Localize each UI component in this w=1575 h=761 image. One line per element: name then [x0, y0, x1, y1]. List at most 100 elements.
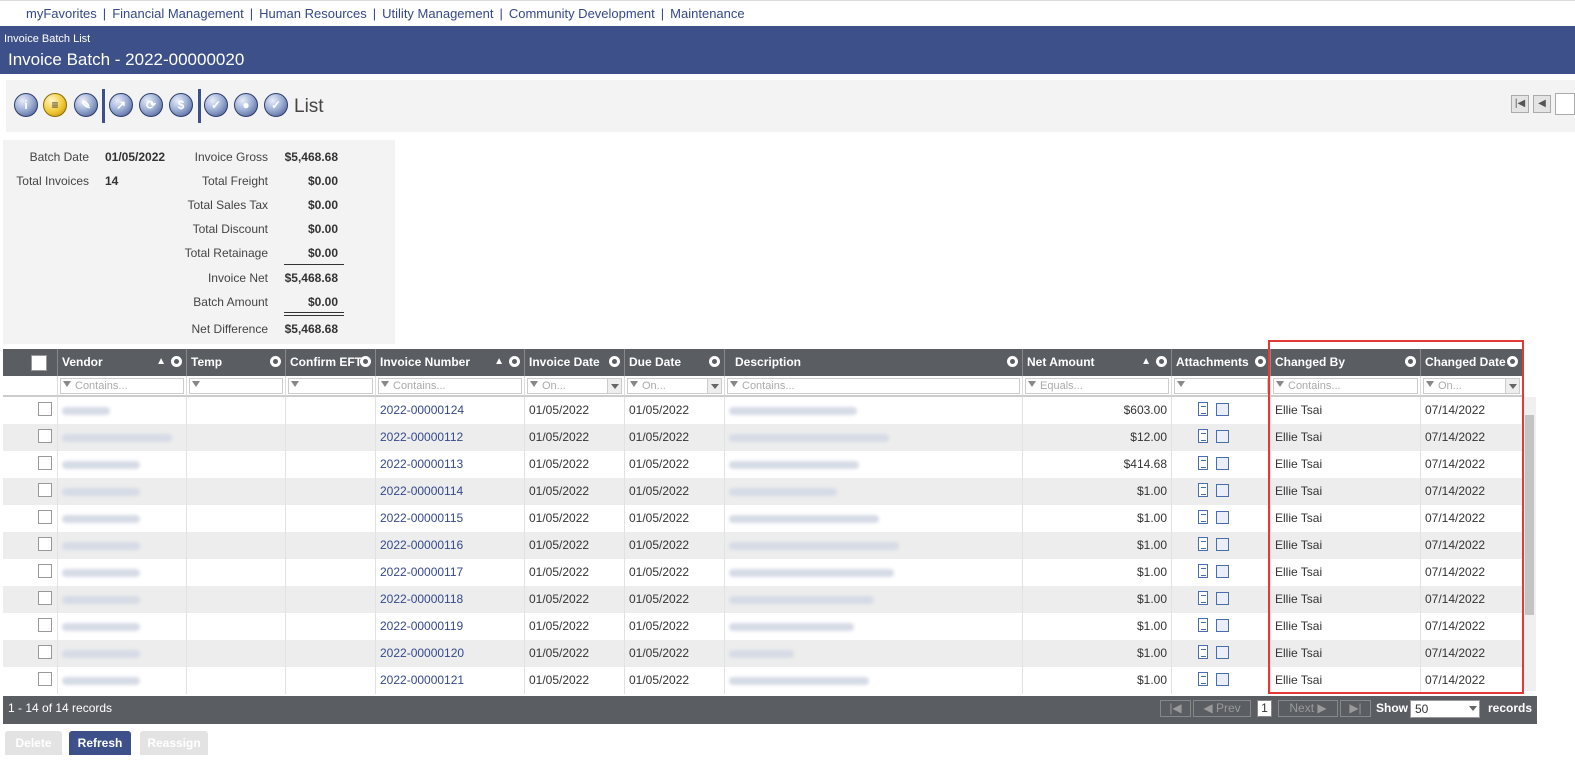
- document-icon[interactable]: [1198, 483, 1208, 497]
- invoice-number-link[interactable]: 2022-00000120: [376, 640, 525, 667]
- document-icon[interactable]: [1198, 564, 1208, 578]
- table-row[interactable]: 2022-00000121 01/05/2022 01/05/2022 $1.00 El…: [3, 667, 1523, 694]
- chevron-down-icon[interactable]: [1505, 379, 1519, 393]
- document-icon[interactable]: [1198, 645, 1208, 659]
- gear-icon[interactable]: [171, 356, 182, 367]
- filter-changed-date-input[interactable]: On...: [1423, 378, 1520, 394]
- column-header-due-date[interactable]: Due Date: [625, 349, 725, 376]
- filter-attachments[interactable]: [1172, 376, 1271, 397]
- table-row[interactable]: 2022-00000113 01/05/2022 01/05/2022 $414.68…: [3, 451, 1523, 478]
- previous-record-icon[interactable]: ◀: [1533, 95, 1551, 113]
- filter-net-amount[interactable]: Equals...: [1023, 376, 1172, 397]
- invoice-number-link[interactable]: 2022-00000124: [376, 397, 525, 424]
- column-header-temp[interactable]: Temp: [187, 349, 286, 376]
- approve-icon[interactable]: ✓: [204, 93, 228, 117]
- breadcrumb[interactable]: Invoice Batch List: [4, 33, 90, 45]
- attachment-list-icon[interactable]: [1216, 673, 1229, 686]
- gear-icon[interactable]: [1405, 356, 1416, 367]
- filter-due-date-input[interactable]: On...: [627, 378, 722, 394]
- row-checkbox[interactable]: [38, 672, 52, 686]
- document-icon[interactable]: [1198, 618, 1208, 632]
- filter-invoice-date-input[interactable]: On...: [527, 378, 622, 394]
- nav-maintenance[interactable]: Maintenance: [670, 6, 744, 21]
- reassign-button[interactable]: Reassign: [140, 731, 208, 755]
- column-header-confirm-eft[interactable]: Confirm EFT: [286, 349, 376, 376]
- filter-temp-input[interactable]: [189, 378, 283, 394]
- table-row[interactable]: 2022-00000117 01/05/2022 01/05/2022 $1.00 El…: [3, 559, 1523, 586]
- grid-scrollbar[interactable]: [1523, 397, 1536, 691]
- batch-icon[interactable]: ≡: [43, 93, 67, 117]
- invoice-number-link[interactable]: 2022-00000114: [376, 478, 525, 505]
- row-checkbox[interactable]: [38, 402, 52, 416]
- invoice-number-link[interactable]: 2022-00000116: [376, 532, 525, 559]
- row-checkbox[interactable]: [38, 456, 52, 470]
- column-header-invoice-number[interactable]: Invoice Number ▲: [376, 349, 525, 376]
- table-row[interactable]: 2022-00000118 01/05/2022 01/05/2022 $1.00 El…: [3, 586, 1523, 613]
- attachment-list-icon[interactable]: [1216, 457, 1229, 470]
- select-all-checkbox[interactable]: [31, 355, 47, 371]
- current-page[interactable]: 1: [1257, 700, 1272, 717]
- column-header-attachments[interactable]: Attachments: [1172, 349, 1271, 376]
- nav-human-resources[interactable]: Human Resources: [259, 6, 367, 21]
- table-row[interactable]: 2022-00000124 01/05/2022 01/05/2022 $603.00…: [3, 397, 1523, 424]
- attachment-list-icon[interactable]: [1216, 646, 1229, 659]
- attachment-list-icon[interactable]: [1216, 430, 1229, 443]
- filter-due-date[interactable]: On...: [625, 376, 725, 397]
- attachment-list-icon[interactable]: [1216, 511, 1229, 524]
- column-header-invoice-date[interactable]: Invoice Date: [525, 349, 625, 376]
- first-page-icon[interactable]: |◀: [1160, 700, 1191, 717]
- chevron-down-icon[interactable]: [607, 379, 621, 393]
- gear-icon[interactable]: [1507, 356, 1518, 367]
- document-icon[interactable]: [1198, 672, 1208, 686]
- row-checkbox[interactable]: [38, 618, 52, 632]
- row-checkbox[interactable]: [38, 510, 52, 524]
- filter-confirm-eft-input[interactable]: [288, 378, 373, 394]
- filter-changed-by[interactable]: Contains...: [1271, 376, 1421, 397]
- document-icon[interactable]: [1198, 402, 1208, 416]
- refresh-button[interactable]: Refresh: [69, 731, 131, 755]
- gear-icon[interactable]: [609, 356, 620, 367]
- column-header-net-amount[interactable]: Net Amount ▲: [1023, 349, 1172, 376]
- table-row[interactable]: 2022-00000120 01/05/2022 01/05/2022 $1.00 El…: [3, 640, 1523, 667]
- row-checkbox[interactable]: [38, 537, 52, 551]
- gear-icon[interactable]: [1007, 356, 1018, 367]
- filter-changed-date[interactable]: On...: [1421, 376, 1523, 397]
- column-header-vendor[interactable]: Vendor ▲: [58, 349, 187, 376]
- table-row[interactable]: 2022-00000116 01/05/2022 01/05/2022 $1.00 El…: [3, 532, 1523, 559]
- nav-financial-management[interactable]: Financial Management: [112, 6, 244, 21]
- row-checkbox[interactable]: [38, 564, 52, 578]
- sort-up-icon[interactable]: ▲: [156, 356, 166, 367]
- document-icon[interactable]: [1198, 537, 1208, 551]
- document-icon[interactable]: [1198, 456, 1208, 470]
- nav-community-development[interactable]: Community Development: [509, 6, 655, 21]
- filter-description[interactable]: Contains...: [725, 376, 1023, 397]
- filter-confirm-eft[interactable]: [286, 376, 376, 397]
- invoice-number-link[interactable]: 2022-00000117: [376, 559, 525, 586]
- table-row[interactable]: 2022-00000119 01/05/2022 01/05/2022 $1.00 El…: [3, 613, 1523, 640]
- record-number-input[interactable]: [1555, 93, 1575, 115]
- sort-up-icon[interactable]: ▲: [494, 356, 504, 367]
- invoice-number-link[interactable]: 2022-00000121: [376, 667, 525, 694]
- post-icon[interactable]: ↗: [109, 93, 133, 117]
- page-size-select[interactable]: 50: [1410, 700, 1480, 718]
- first-record-icon[interactable]: |◀: [1511, 95, 1529, 113]
- invoice-number-link[interactable]: 2022-00000113: [376, 451, 525, 478]
- table-row[interactable]: 2022-00000115 01/05/2022 01/05/2022 $1.00 El…: [3, 505, 1523, 532]
- gear-icon[interactable]: [270, 356, 281, 367]
- table-row[interactable]: 2022-00000112 01/05/2022 01/05/2022 $12.00 E…: [3, 424, 1523, 451]
- row-checkbox[interactable]: [38, 429, 52, 443]
- invoice-number-link[interactable]: 2022-00000118: [376, 586, 525, 613]
- payment-icon[interactable]: $: [169, 93, 193, 117]
- drop-icon[interactable]: ●: [234, 93, 258, 117]
- gear-icon[interactable]: [1255, 356, 1266, 367]
- gear-icon[interactable]: [360, 356, 371, 367]
- filter-invoice-number-input[interactable]: Contains...: [378, 378, 522, 394]
- attachment-list-icon[interactable]: [1216, 538, 1229, 551]
- chevron-down-icon[interactable]: [707, 379, 721, 393]
- filter-invoice-date[interactable]: On...: [525, 376, 625, 397]
- invoice-number-link[interactable]: 2022-00000115: [376, 505, 525, 532]
- nav-myfavorites[interactable]: myFavorites: [26, 6, 97, 21]
- attachment-list-icon[interactable]: [1216, 619, 1229, 632]
- filter-vendor[interactable]: Contains...: [58, 376, 187, 397]
- refresh-icon[interactable]: ⟳: [139, 93, 163, 117]
